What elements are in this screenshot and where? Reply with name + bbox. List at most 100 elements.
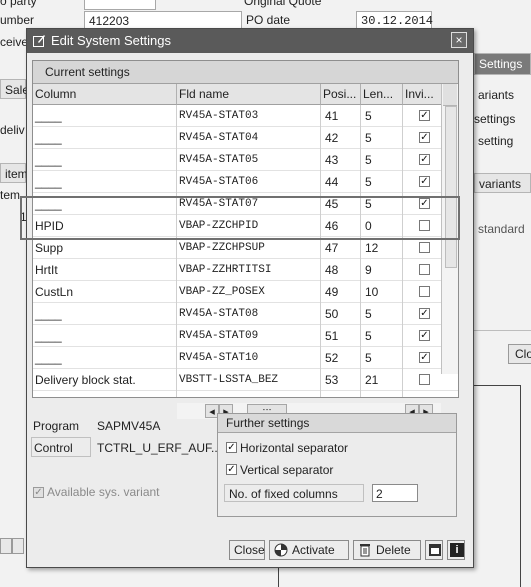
activate-icon [274, 543, 288, 557]
edit-window-icon [33, 34, 46, 47]
cell-length: 5 [365, 329, 372, 343]
cell-field-name: RV45A-STAT09 [179, 330, 259, 342]
column-header-invisible[interactable]: Invi... [403, 84, 442, 105]
cell-column: ____ [35, 307, 62, 321]
bg-sales-tab[interactable]: Sales [0, 79, 35, 99]
scroll-thumb[interactable] [445, 106, 457, 268]
control-label: Control [31, 437, 91, 457]
info-icon: i [450, 543, 464, 557]
info-button[interactable]: i [447, 540, 465, 560]
fixed-columns-input[interactable]: 2 [372, 484, 418, 502]
cell-position: 47 [325, 241, 339, 255]
table-row[interactable]: ____ RV45A-STAT09 51 5 ✓ [33, 325, 458, 347]
cell-column: ____ [35, 175, 62, 189]
column-header-fld-name[interactable]: Fld name [177, 84, 321, 105]
bg-po-date-field[interactable]: 30.12.2014 [356, 11, 433, 29]
bg-standard-label: standard [478, 222, 525, 236]
table-row[interactable]: Delivery block stat. VBSTT-LSSTA_BEZ 53 21 [33, 369, 458, 391]
cell-length: 9 [365, 263, 372, 277]
horizontal-separator-label: Horizontal separator [240, 441, 349, 455]
activate-label: Activate [292, 543, 335, 557]
bg-item-tab[interactable]: item [0, 163, 28, 183]
bg-divider [474, 330, 531, 331]
highlight-box [20, 196, 460, 240]
invisible-checkbox[interactable] [419, 264, 430, 275]
invisible-checkbox[interactable]: ✓ [419, 352, 430, 363]
invisible-checkbox[interactable]: ✓ [419, 154, 430, 165]
table-title: Current settings [33, 61, 458, 84]
cell-position: 50 [325, 307, 339, 321]
cell-position: 51 [325, 329, 339, 343]
close-button[interactable]: Close [229, 540, 265, 560]
cell-length: 5 [365, 153, 372, 167]
bg-left-icon[interactable] [0, 538, 12, 554]
close-icon[interactable]: × [451, 32, 467, 48]
cell-field-name: VBSTT-LSSTA_BEZ [179, 374, 279, 386]
bg-settings-tab[interactable]: Settings [474, 53, 531, 75]
invisible-checkbox[interactable]: ✓ [419, 176, 430, 187]
table-row[interactable]: Supp VBAP-ZZCHPSUP 47 12 [33, 237, 458, 259]
cell-column: Supp [35, 241, 64, 255]
table-row[interactable]: ____ RV45A-STAT08 50 5 ✓ [33, 303, 458, 325]
invisible-checkbox[interactable] [419, 374, 430, 385]
column-header-position[interactable]: Posi... [321, 84, 361, 105]
table-row[interactable]: ____ RV45A-STAT04 42 5 ✓ [33, 127, 458, 149]
cell-position: 42 [325, 131, 339, 145]
table-row[interactable]: HrtIt VBAP-ZZHRTITSI 48 9 [33, 259, 458, 281]
cell-column: ____ [35, 153, 62, 167]
bg-close-button[interactable]: Clos [508, 344, 531, 364]
bg-po-date-label: PO date [246, 13, 291, 27]
table-row[interactable]: CustLn VBAP-ZZ_POSEX 49 10 [33, 281, 458, 303]
table-row[interactable]: ____ RV45A-STAT10 52 5 ✓ [33, 347, 458, 369]
bg-quote-label: Original Quote [244, 0, 322, 8]
cell-length: 21 [365, 373, 379, 387]
table-row[interactable]: ____ RV45A-STAT03 41 5 ✓ [33, 105, 458, 127]
cell-length: 5 [365, 307, 372, 321]
fixed-columns-label: No. of fixed columns [224, 484, 364, 502]
bg-left-icon-2[interactable] [12, 538, 24, 554]
cell-field-name: RV45A-STAT04 [179, 132, 259, 144]
column-header-column[interactable]: Column [33, 84, 177, 105]
copy-button[interactable] [425, 540, 443, 560]
invisible-checkbox[interactable] [419, 286, 430, 297]
bg-party-field[interactable] [84, 0, 156, 10]
cell-column: ____ [35, 351, 62, 365]
program-value: SAPMV45A [97, 419, 161, 433]
cell-position: 44 [325, 175, 339, 189]
table-row[interactable]: ____ RV45A-STAT05 43 5 ✓ [33, 149, 458, 171]
further-settings-panel: Further settings ✓ Horizontal separator … [217, 413, 457, 517]
invisible-checkbox[interactable] [419, 242, 430, 253]
bg-party-label: o party [0, 0, 37, 8]
cell-column: HrtIt [35, 263, 58, 277]
cell-column: ____ [35, 329, 62, 343]
bg-variants-tab[interactable]: variants [474, 173, 531, 193]
invisible-checkbox[interactable]: ✓ [419, 110, 430, 121]
cell-field-name: VBAP-ZZCHPSUP [179, 242, 265, 254]
invisible-checkbox[interactable]: ✓ [419, 132, 430, 143]
bg-connector-line [520, 385, 521, 587]
cell-position: 49 [325, 285, 339, 299]
vertical-separator-checkbox[interactable]: ✓ [226, 464, 237, 475]
activate-button[interactable]: Activate [269, 540, 349, 560]
bg-number-field[interactable]: 412203 [84, 11, 242, 29]
grid-line [402, 105, 403, 397]
delete-button[interactable]: Delete [353, 540, 421, 560]
invisible-checkbox[interactable]: ✓ [419, 330, 430, 341]
dialog-titlebar: Edit System Settings × [27, 29, 473, 53]
copy-icon [428, 543, 442, 557]
column-header-length[interactable]: Len... [361, 84, 403, 105]
cell-field-name: VBAP-ZZHRTITSI [179, 264, 272, 276]
available-variant-label: Available sys. variant [47, 485, 160, 499]
bg-setting-label: setting [478, 134, 514, 148]
further-settings-title: Further settings [218, 414, 456, 433]
invisible-checkbox[interactable]: ✓ [419, 308, 430, 319]
cell-field-name: RV45A-STAT06 [179, 176, 259, 188]
scroll-header-cell [443, 84, 457, 106]
dialog-title: Edit System Settings [51, 33, 171, 48]
table-row[interactable]: ____ RV45A-STAT06 44 5 ✓ [33, 171, 458, 193]
cell-length: 10 [365, 285, 379, 299]
control-value: TCTRL_U_ERF_AUF... [97, 441, 222, 455]
row-separator [33, 390, 458, 391]
cell-column: CustLn [35, 285, 74, 299]
horizontal-separator-checkbox[interactable]: ✓ [226, 442, 237, 453]
